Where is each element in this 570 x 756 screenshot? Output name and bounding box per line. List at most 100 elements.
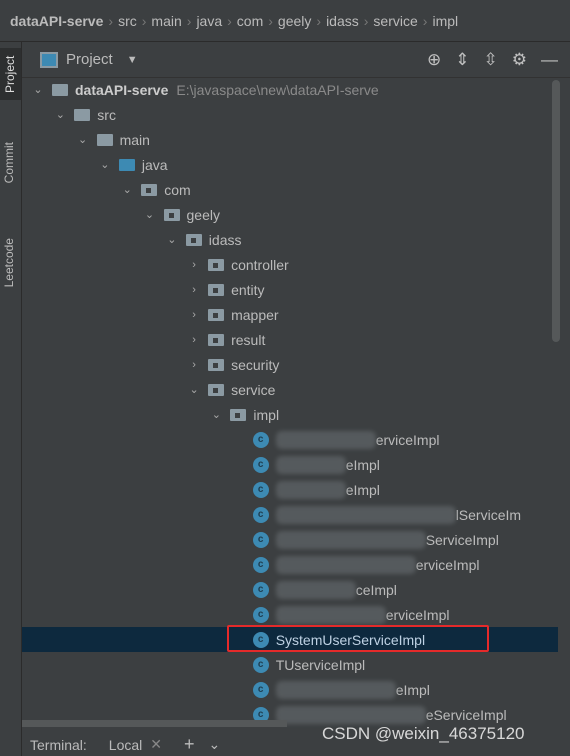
collapse-all-icon[interactable]: ⇳ (484, 50, 498, 70)
chevron-right-icon[interactable]: › (188, 259, 200, 271)
breadcrumb-item[interactable]: com (237, 13, 263, 29)
tree-item[interactable]: › security (22, 352, 558, 377)
tree-item[interactable]: ⌄ dataAPI-serve E:\javaspace\new\dataAPI-s… (22, 77, 558, 102)
tree-item[interactable]: › mapper (22, 302, 558, 327)
gear-icon[interactable]: ⚙ (512, 50, 527, 70)
tree-item[interactable]: c TUserviceImpl (22, 652, 558, 677)
redacted-text (275, 555, 416, 574)
breadcrumb-item[interactable]: src (118, 13, 137, 29)
side-tab-commit[interactable]: Commit (2, 142, 16, 183)
class-icon: c (252, 431, 269, 448)
folder-icon (208, 358, 225, 371)
chevron-down-icon[interactable]: ⌄ (188, 383, 200, 396)
tree-item-label: security (231, 356, 280, 373)
folder-icon (208, 383, 225, 396)
tree-item[interactable]: ⌄ src (22, 102, 558, 127)
tree-item[interactable]: ⌄ java (22, 152, 558, 177)
chevron-down-icon[interactable]: ⌄ (54, 108, 66, 121)
highlight-box (227, 625, 489, 652)
chevron-right-icon[interactable]: › (188, 309, 200, 321)
tree-item-label: result (231, 331, 266, 348)
tree-item[interactable]: c erviceImpl (22, 602, 558, 627)
folder-icon (185, 233, 202, 246)
side-tool-strip: Project Commit Leetcode (0, 42, 22, 756)
folder-icon (74, 108, 91, 121)
chevron-right-icon[interactable]: › (188, 359, 200, 371)
tree-item[interactable]: ⌄ geely (22, 202, 558, 227)
tree-item[interactable]: c ceImpl (22, 577, 558, 602)
breadcrumb-item[interactable]: impl (432, 13, 458, 29)
project-icon (40, 51, 58, 68)
chevron-down-icon[interactable]: ⌄ (77, 133, 89, 146)
tree-item[interactable]: ⌄ impl (22, 402, 558, 427)
breadcrumb-item[interactable]: service (373, 13, 417, 29)
redacted-text (275, 505, 456, 524)
chevron-down-icon[interactable]: ⌄ (210, 408, 222, 421)
tree-item[interactable]: › result (22, 327, 558, 352)
breadcrumb-item[interactable]: dataAPI-serve (10, 13, 103, 29)
tree-item[interactable]: c erviceImpl (22, 552, 558, 577)
tree-item-label: dataAPI-serve (75, 81, 169, 98)
tree-item-label: src (97, 106, 116, 123)
chevron-right-icon: › (108, 12, 114, 29)
chevron-right-icon[interactable]: › (188, 284, 200, 296)
chevron-down-icon[interactable]: ⌄ (144, 208, 156, 221)
tree-item-label: eServiceImpl (425, 706, 507, 723)
minimize-icon[interactable]: — (541, 50, 558, 70)
chevron-right-icon: › (363, 12, 369, 29)
add-icon[interactable]: + (184, 734, 195, 755)
watermark: CSDN @weixin_46375120 (322, 724, 525, 743)
redacted-text (275, 605, 386, 624)
folder-icon (208, 308, 225, 321)
chevron-down-icon[interactable]: ⌄ (121, 183, 133, 196)
tree-item[interactable]: c eImpl (22, 477, 558, 502)
locate-icon[interactable]: ⊕ (427, 50, 441, 70)
tree-item-label: com (164, 181, 191, 198)
vertical-scrollbar[interactable] (552, 80, 560, 342)
chevron-down-icon[interactable]: ⌄ (32, 83, 44, 96)
breadcrumb-item[interactable]: main (151, 13, 181, 29)
folder-icon (118, 158, 135, 171)
tree-item[interactable]: c eImpl (22, 677, 558, 702)
chevron-right-icon[interactable]: › (188, 334, 200, 346)
expand-all-icon[interactable]: ⇕ (455, 50, 469, 70)
tree-item[interactable]: c ServiceImpl (22, 527, 558, 552)
tree-item[interactable]: › controller (22, 252, 558, 277)
terminal-tab-local[interactable]: Local (109, 737, 142, 753)
tree-item-label: erviceImpl (415, 556, 480, 573)
folder-icon (96, 133, 113, 146)
tree-item-label: lServiceIm (455, 506, 522, 523)
tree-item[interactable]: ⌄ com (22, 177, 558, 202)
close-icon[interactable]: ✕ (150, 736, 162, 753)
tree-item[interactable]: ⌄ service (22, 377, 558, 402)
side-tab-leetcode[interactable]: Leetcode (2, 238, 16, 287)
breadcrumb-item[interactable]: geely (278, 13, 311, 29)
breadcrumb-item[interactable]: idass (326, 13, 359, 29)
class-icon: c (252, 581, 269, 598)
chevron-down-icon[interactable]: ▼ (127, 54, 138, 66)
horizontal-scrollbar[interactable] (22, 720, 287, 727)
tree-item-label: erviceImpl (375, 431, 440, 448)
tree-item[interactable]: › entity (22, 277, 558, 302)
chevron-right-icon: › (316, 12, 322, 29)
tree-item[interactable]: ⌄ main (22, 127, 558, 152)
panel-title[interactable]: Project (66, 51, 113, 68)
side-tab-project[interactable]: Project (0, 48, 21, 100)
chevron-down-icon[interactable]: ⌄ (99, 158, 111, 171)
tree-item-label: main (119, 131, 150, 148)
tree-item[interactable]: ⌄ idass (22, 227, 558, 252)
redacted-text (275, 705, 426, 724)
class-icon: c (252, 481, 269, 498)
breadcrumb-item[interactable]: java (196, 13, 222, 29)
chevron-down-icon[interactable]: ⌄ (209, 736, 221, 753)
tree-item-label: eImpl (345, 481, 380, 498)
chevron-down-icon[interactable]: ⌄ (166, 233, 178, 246)
class-icon: c (252, 506, 269, 523)
terminal-label: Terminal: (30, 736, 87, 753)
tree-item[interactable]: c erviceImpl (22, 427, 558, 452)
module-path: E:\javaspace\new\dataAPI-serve (176, 81, 379, 98)
tree-item[interactable]: c lServiceIm (22, 502, 558, 527)
tree-item-label: eImpl (395, 681, 430, 698)
tree-item[interactable]: c eImpl (22, 452, 558, 477)
folder-icon (163, 208, 180, 221)
